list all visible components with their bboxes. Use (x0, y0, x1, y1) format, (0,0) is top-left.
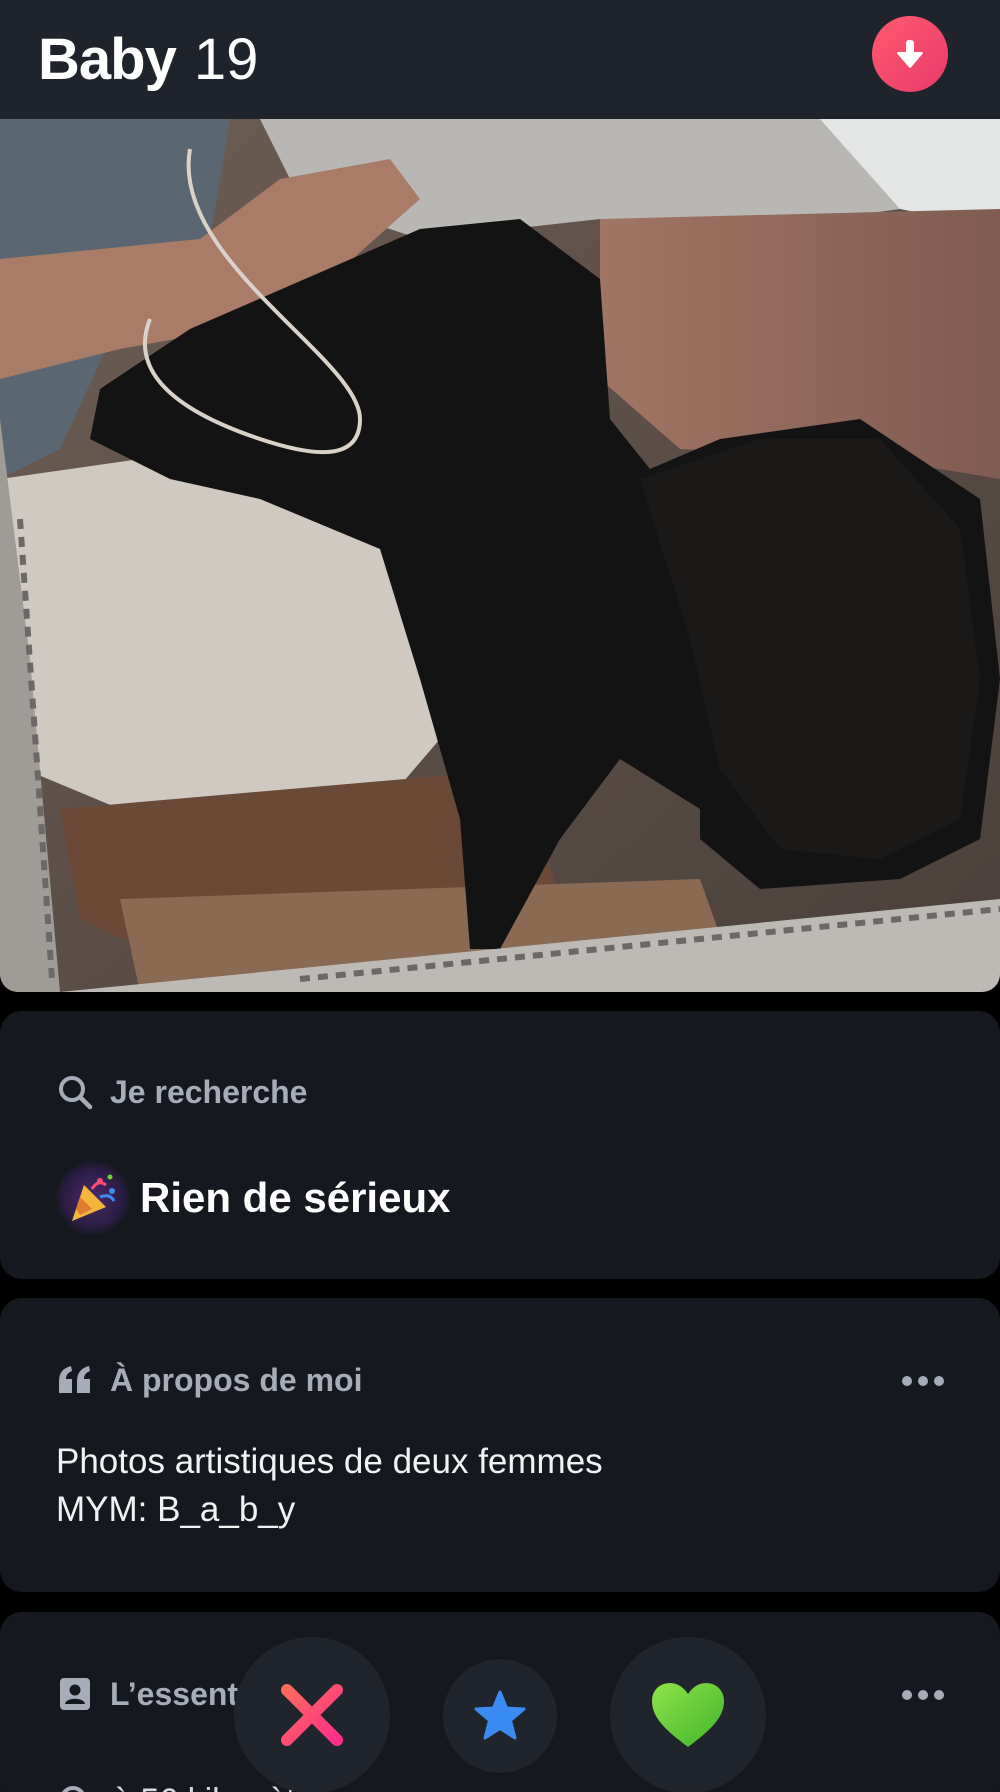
like-button[interactable] (610, 1637, 766, 1792)
close-icon (281, 1684, 343, 1746)
collapse-profile-button[interactable] (872, 16, 948, 92)
more-dot (918, 1376, 928, 1386)
star-icon (474, 1690, 526, 1740)
profile-photo[interactable] (0, 119, 1000, 992)
search-icon (56, 1073, 94, 1111)
more-dot (902, 1376, 912, 1386)
essentials-header: L’essent (56, 1675, 238, 1713)
more-dot (918, 1690, 928, 1700)
essentials-heading: L’essent (110, 1675, 239, 1712)
about-more-button[interactable] (902, 1376, 944, 1386)
more-dot (902, 1690, 912, 1700)
location-icon (56, 1785, 90, 1792)
arrow-down-icon (897, 40, 923, 68)
about-bio-line: MYM: B_a_b_y (56, 1490, 296, 1529)
looking-for-header: Je recherche (56, 1073, 307, 1111)
more-dot (934, 1690, 944, 1700)
super-like-button[interactable] (443, 1659, 557, 1773)
about-bio: Photos artistiques de deux femmes MYM: B… (56, 1438, 603, 1534)
about-bio-line: Photos artistiques de deux femmes (56, 1442, 603, 1481)
about-heading: À propos de moi (110, 1361, 363, 1398)
looking-for-value-row: Rien de sérieux (56, 1161, 450, 1235)
nope-button[interactable] (234, 1637, 390, 1792)
profile-age: 19 (193, 27, 259, 92)
looking-for-heading: Je recherche (110, 1073, 308, 1110)
about-card: À propos de moi Photos artistiques de de… (0, 1298, 1000, 1592)
about-header: À propos de moi (56, 1361, 362, 1399)
looking-for-card: Je recherche Rien de sérieux (0, 1011, 1000, 1279)
id-badge-icon (56, 1675, 94, 1713)
looking-for-value: Rien de sérieux (140, 1174, 451, 1221)
profile-name: Baby (38, 27, 177, 92)
party-popper-icon (56, 1161, 130, 1235)
profile-header: Baby 19 (0, 0, 1000, 119)
quote-icon (56, 1361, 94, 1399)
heart-icon (652, 1683, 724, 1747)
photo-illustration (0, 119, 1000, 992)
more-dot (934, 1376, 944, 1386)
essentials-more-button[interactable] (902, 1690, 944, 1700)
